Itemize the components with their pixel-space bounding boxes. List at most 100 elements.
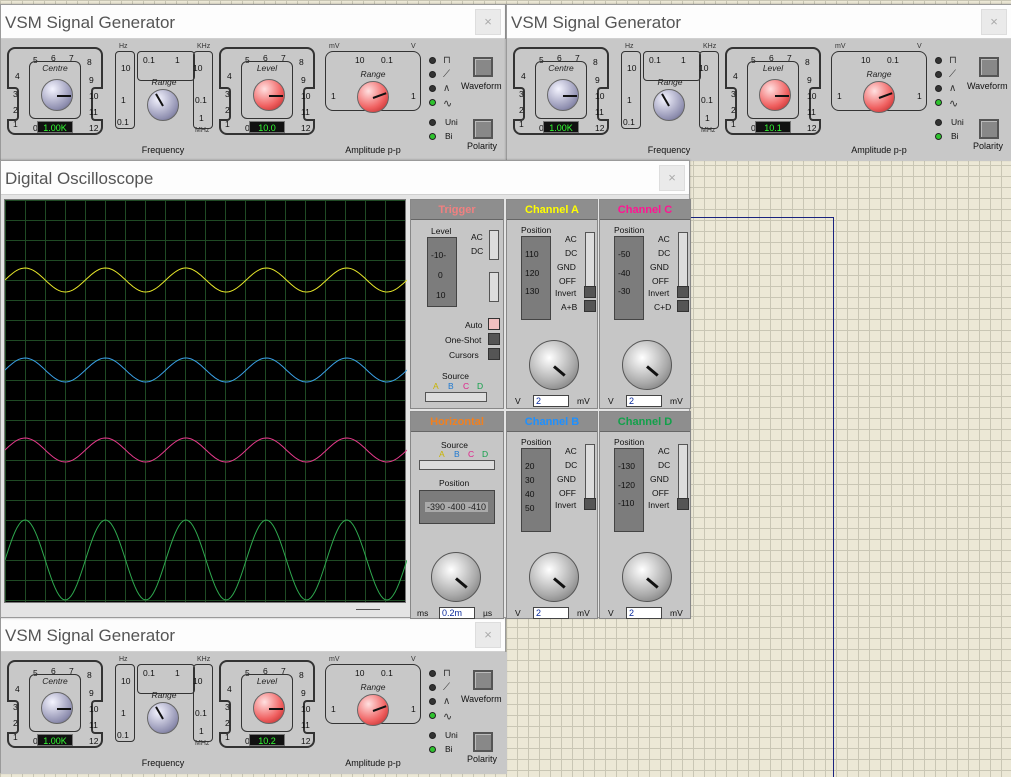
chd-volts-field[interactable]: 2 [626,607,662,619]
amplitude-caption: Amplitude p-p [345,758,401,768]
cha-invert-button[interactable] [584,286,596,298]
chd-position-slider[interactable]: -130 -120 -110 [614,448,644,532]
signal-generator-window[interactable]: VSM Signal Generator × 5 6 7 8 4 9 3 10 2 11 1 12 0 … [0,617,507,774]
trigger-level-slider[interactable]: -10- 0 10 [427,237,457,307]
oscilloscope-window[interactable]: Digital Oscilloscope × Trigger Level -10… [0,160,691,619]
amp-mv-label: mV [329,656,340,663]
centre-knob[interactable] [41,79,73,111]
generator-title-bar[interactable]: VSM Signal Generator × [1,618,505,652]
chd-coupling-switch[interactable] [678,444,688,500]
centre-scale-12: 12 [89,123,99,133]
polarity-button[interactable] [473,732,493,752]
oscilloscope-title-bar[interactable]: Digital Oscilloscope × [1,161,689,195]
frequency-caption: Frequency [141,758,185,768]
chb-volts-field[interactable]: 2 [533,607,569,619]
generator-title-bar[interactable]: VSM Signal Generator × [1,5,505,39]
centre-knob[interactable] [547,79,579,111]
range-1-right: 1 [199,726,204,736]
waveform-button[interactable] [473,670,493,690]
level-scale-4: 4 [227,71,232,81]
waveform-square-led[interactable] [429,670,436,677]
horizontal-position-slider[interactable]: -390 -400 -410 [419,490,495,524]
level-knob[interactable] [759,79,791,111]
chc-volts-dial[interactable] [622,340,672,390]
level-knob[interactable] [253,79,285,111]
cha-extra-button[interactable] [584,300,596,312]
range-knob[interactable] [653,89,685,121]
chb-mv-label: mV [577,608,590,618]
waveform-triangle-led[interactable] [429,698,436,705]
cha-coupling-switch[interactable] [585,232,595,288]
close-icon[interactable]: × [475,622,501,648]
close-icon[interactable]: × [475,9,501,35]
cha-volts-field[interactable]: 2 [533,395,569,407]
trigger-source-b: B [448,381,454,391]
cha-volts-dial[interactable] [529,340,579,390]
waveform-triangle-led[interactable] [935,85,942,92]
waveform-button[interactable] [979,57,999,77]
amp-range-label: Range [866,69,892,79]
chb-invert-button[interactable] [584,498,596,510]
trigger-auto-button[interactable] [488,318,500,330]
amp-10-label: 10 [861,55,871,65]
close-icon[interactable]: × [981,9,1007,35]
chb-coupling-switch[interactable] [585,444,595,500]
trigger-source-c: C [463,381,470,391]
waveform-saw-led[interactable] [429,71,436,78]
chd-invert-button[interactable] [677,498,689,510]
waveform-saw-led[interactable] [429,684,436,691]
waveform-square-led[interactable] [429,57,436,64]
waveform-sine-led[interactable] [429,99,436,106]
bi-led[interactable] [429,746,436,753]
bi-led[interactable] [935,133,942,140]
waveform-square-led[interactable] [935,57,942,64]
signal-generator-window[interactable]: VSM Signal Generator × 5 6 7 8 4 9 3 10 2 11 1 12 0 … [506,4,1011,161]
centre-scale-12: 12 [595,123,605,133]
horizontal-timebase-field[interactable]: 0.2m [439,607,475,619]
uni-led[interactable] [935,119,942,126]
chc-coupling-switch[interactable] [678,232,688,288]
chd-panel: Channel D Position -130 -120 -110 AC DC GN… [599,411,691,619]
bi-led[interactable] [429,133,436,140]
waveform-sine-led[interactable] [429,712,436,719]
trigger-oneshot-button[interactable] [488,333,500,345]
chc-position-slider[interactable]: -50 -40 -30 [614,236,644,320]
close-icon[interactable]: × [659,165,685,191]
polarity-label: Polarity [467,141,498,151]
polarity-button[interactable] [473,119,493,139]
trigger-edge-switch[interactable] [489,272,499,302]
cha-position-slider[interactable]: 110 120 130 [521,236,551,320]
trigger-source-slider[interactable] [425,392,487,402]
chd-volts-dial[interactable] [622,552,672,602]
range-knob[interactable] [147,702,179,734]
level-knob[interactable] [253,692,285,724]
generator-title: VSM Signal Generator [5,13,176,32]
chb-volts-dial[interactable] [529,552,579,602]
chc-invert-button[interactable] [677,286,689,298]
chc-volts-field[interactable]: 2 [626,395,662,407]
amplitude-knob[interactable] [357,81,389,113]
horizontal-source-slider[interactable] [419,460,495,470]
signal-generator-window[interactable]: VSM Signal Generator × 5 6 7 8 4 9 3 10 2 11 1 12 0 … [0,4,507,161]
waveform-sine-led[interactable] [935,99,942,106]
amp-1-right: 1 [411,91,416,101]
square-wave-icon: ⊓ [443,668,451,679]
waveform-button[interactable] [473,57,493,77]
waveform-triangle-led[interactable] [429,85,436,92]
waveform-saw-led[interactable] [935,71,942,78]
range-knob[interactable] [147,89,179,121]
amplitude-knob[interactable] [863,81,895,113]
trigger-cursors-button[interactable] [488,348,500,360]
uni-led[interactable] [429,119,436,126]
uni-led[interactable] [429,732,436,739]
horizontal-timebase-dial[interactable] [431,552,481,602]
chb-position-slider[interactable]: 20 30 40 50 [521,448,551,532]
chc-extra-button[interactable] [677,300,689,312]
centre-knob[interactable] [41,692,73,724]
trigger-source-label: Source [442,371,469,381]
polarity-button[interactable] [979,119,999,139]
amplitude-knob[interactable] [357,694,389,726]
trigger-coupling-switch[interactable] [489,230,499,260]
generator-title-bar[interactable]: VSM Signal Generator × [507,5,1011,39]
chd-gnd-label: GND [650,474,669,484]
